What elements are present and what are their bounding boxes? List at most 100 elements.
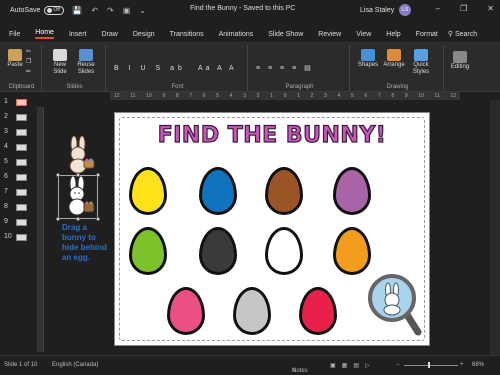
bunny-image[interactable]: [60, 176, 98, 218]
restore-icon[interactable]: ❐: [460, 4, 467, 13]
user-account[interactable]: Lisa Staley LS: [360, 4, 412, 16]
quick-styles-button[interactable]: Quick Styles: [408, 49, 434, 76]
tab-insert[interactable]: Insert: [69, 31, 87, 38]
clipboard-group-label: Clipboard: [8, 84, 35, 90]
minimize-icon[interactable]: –: [436, 4, 440, 13]
window-controls: – ❐ ✕: [436, 4, 494, 13]
zoom-in-button[interactable]: +: [460, 362, 464, 368]
view-buttons[interactable]: ▣▦▤▷: [330, 362, 376, 369]
quick-styles-icon: [414, 49, 428, 61]
ruler-tick-label: 1: [297, 93, 300, 99]
font-color-buttons[interactable]: Aa A A: [198, 65, 237, 72]
editing-label: Editing: [450, 64, 470, 70]
font-format-buttons[interactable]: B I U S ab: [114, 65, 186, 72]
tab-draw[interactable]: Draw: [101, 31, 117, 38]
customize-qat-icon[interactable]: ⌄: [139, 6, 146, 15]
tab-home[interactable]: Home: [35, 29, 54, 39]
slide-thumbnail[interactable]: 1: [2, 97, 32, 107]
zoom-slider[interactable]: [404, 365, 458, 366]
slide-thumbnail[interactable]: 10: [2, 232, 32, 242]
zoom-slider-thumb[interactable]: [428, 362, 430, 368]
autosave-toggle[interactable]: Off: [44, 5, 65, 15]
reuse-slides-button[interactable]: Reuse Slides: [74, 49, 98, 76]
shapes-icon: [361, 49, 375, 61]
user-name: Lisa Staley: [360, 6, 395, 14]
paragraph-group: ≡ ≡ ≡ ≡ ▤ Paragraph: [250, 45, 350, 91]
notes-label: Notes: [292, 368, 308, 374]
slide-thumbnail[interactable]: 4: [2, 142, 32, 152]
search-icon: ⚲: [447, 31, 455, 38]
slide-thumbnail[interactable]: 5: [2, 157, 32, 167]
ruler-tick-label: 2: [256, 93, 260, 99]
bunny-basket-image[interactable]: [62, 136, 98, 174]
undo-icon[interactable]: ↶: [91, 6, 98, 15]
tab-file[interactable]: File: [9, 31, 20, 38]
slide-thumbnail[interactable]: 3: [2, 127, 32, 137]
ruler-tick-label: 11: [434, 93, 440, 99]
slide-thumbnail[interactable]: 9: [2, 217, 32, 227]
slide-number: 9: [4, 218, 8, 225]
ribbon-tabs: File Home Insert Draw Design Transitions…: [0, 27, 500, 41]
font-group-label: Font: [171, 84, 184, 90]
close-icon[interactable]: ✕: [487, 4, 494, 13]
ruler-tick-label: 7: [189, 93, 193, 99]
ribbon: Paste ✂ ❐ ✏ Clipboard New Slide Reuse Sl…: [0, 42, 500, 92]
magnifying-glass-image[interactable]: [366, 272, 424, 338]
vertical-scrollbar[interactable]: [490, 100, 500, 355]
ruler-tick-label: 5: [216, 93, 220, 99]
ruler-tick-label: 4: [337, 93, 341, 99]
shapes-button[interactable]: Shapes: [356, 49, 380, 69]
new-slide-label: New Slide: [53, 62, 67, 75]
slide-thumbnail[interactable]: 2: [2, 112, 32, 122]
ruler-tick-label: 6: [364, 93, 368, 99]
present-icon[interactable]: ▣: [123, 6, 131, 15]
new-slide-icon: [53, 49, 67, 61]
arrange-icon: [387, 49, 401, 61]
slide-number: 3: [4, 128, 8, 135]
zoom-out-button[interactable]: −: [396, 362, 400, 368]
title-bar: AutoSave Off 💾 ↶ ↷ ▣ ⌄ Find the Bunny - …: [0, 0, 500, 20]
paste-button[interactable]: Paste: [6, 49, 24, 69]
slide-preview: [16, 144, 27, 151]
save-icon[interactable]: 💾: [72, 6, 82, 15]
slide-preview: [16, 129, 27, 136]
ruler-tick-label: 8: [391, 93, 395, 99]
tab-slide-show[interactable]: Slide Show: [268, 31, 303, 38]
language-indicator[interactable]: English (Canada): [52, 362, 98, 368]
tab-animations[interactable]: Animations: [219, 31, 254, 38]
tab-design[interactable]: Design: [133, 31, 155, 38]
new-slide-button[interactable]: New Slide: [48, 49, 72, 76]
editing-button[interactable]: Editing: [446, 51, 474, 71]
format-painter-icon[interactable]: ✏: [26, 69, 31, 76]
cut-icon[interactable]: ✂: [26, 49, 31, 56]
avatar[interactable]: LS: [399, 4, 412, 16]
editing-icon: [453, 51, 467, 63]
instruction-text: Drag a bunny to hide behind an egg.: [62, 223, 107, 262]
autosave-control[interactable]: AutoSave Off: [10, 5, 65, 15]
slide-thumbnail[interactable]: 7: [2, 187, 32, 197]
tab-help[interactable]: Help: [386, 31, 400, 38]
alignment-icon[interactable]: ≡ ≡ ≡ ≡ ▤: [256, 65, 314, 72]
slide-title[interactable]: FIND THE BUNNY!: [115, 122, 429, 148]
slides-group: New Slide Reuse Slides Slides: [44, 45, 106, 91]
slide-thumbnail[interactable]: 6: [2, 172, 32, 182]
zoom-level[interactable]: 68%: [472, 362, 484, 368]
ruler-tick-label: 3: [243, 93, 246, 99]
copy-icon[interactable]: ❐: [26, 59, 31, 66]
drawing-group: Shapes Arrange Quick Styles Drawing: [352, 45, 444, 91]
tab-view[interactable]: View: [356, 31, 371, 38]
slide-thumbnail[interactable]: 8: [2, 202, 32, 212]
ruler-tick-label: 9: [162, 93, 166, 99]
search-box[interactable]: ⚲ Search: [448, 30, 477, 38]
ruler-tick-label: 2: [310, 93, 314, 99]
slide-preview: [16, 204, 27, 211]
redo-icon[interactable]: ↷: [107, 6, 114, 15]
arrange-button[interactable]: Arrange: [382, 49, 406, 69]
slides-group-label: Slides: [66, 84, 83, 90]
tab-transitions[interactable]: Transitions: [170, 31, 204, 38]
ruler-tick-label: 10: [418, 93, 424, 99]
tab-review[interactable]: Review: [318, 31, 341, 38]
tab-format[interactable]: Format: [416, 31, 438, 38]
slide-preview: [16, 114, 27, 121]
ruler-tick-label: 0: [283, 93, 287, 99]
